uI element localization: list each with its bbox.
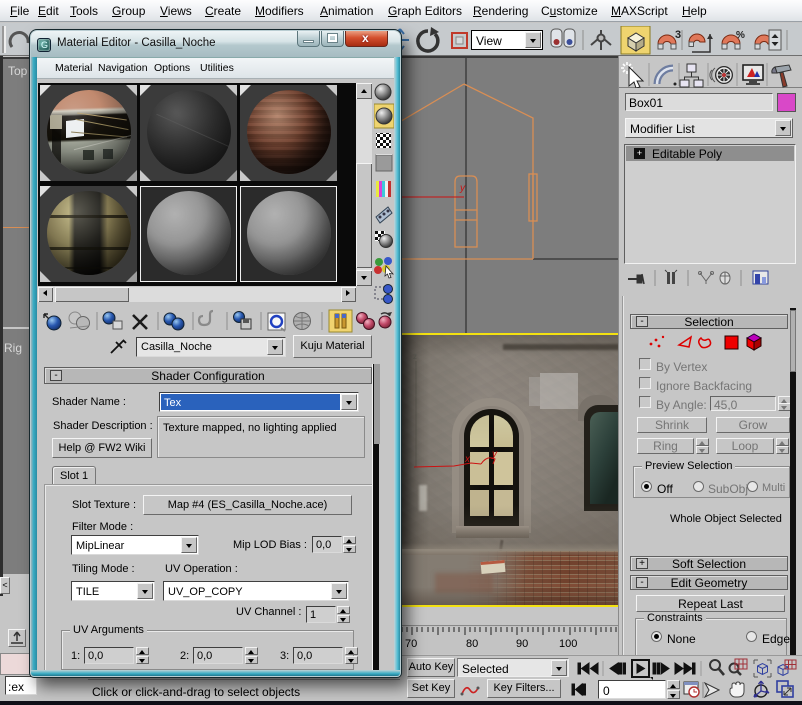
svg-text:80: 80: [466, 638, 478, 650]
svg-text:z: z: [413, 352, 417, 361]
svg-text:y: y: [459, 183, 466, 194]
svg-text:90: 90: [516, 638, 528, 650]
svg-text:70: 70: [405, 638, 417, 650]
svg-text:%: %: [736, 30, 745, 41]
svg-text:y: y: [491, 449, 498, 460]
svg-text:100: 100: [559, 638, 577, 650]
svg-text:x: x: [464, 454, 471, 465]
svg-text:3: 3: [675, 29, 681, 41]
